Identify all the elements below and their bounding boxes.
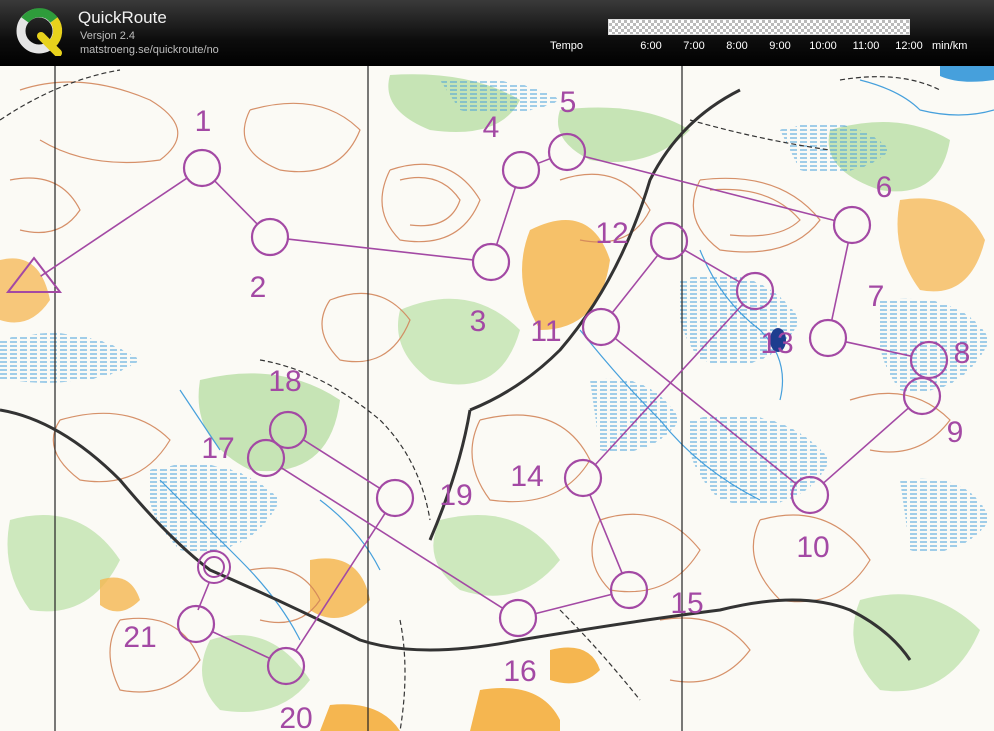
control-number-label: 14	[510, 460, 543, 493]
app-url-link[interactable]: matstroeng.se/quickroute/no	[80, 44, 219, 56]
tempo-tick: 8:00	[726, 40, 748, 52]
control-number-label: 19	[439, 479, 472, 512]
control-number-label: 6	[876, 171, 893, 204]
tempo-tick: 11:00	[852, 40, 880, 52]
tempo-tick: 9:00	[769, 40, 791, 52]
tempo-tick: 6:00	[640, 40, 662, 52]
control-number-label: 2	[250, 271, 267, 304]
control-number-label: 8	[954, 337, 971, 370]
control-number-label: 12	[595, 217, 628, 250]
control-number-label: 16	[503, 655, 536, 688]
tempo-color-scale	[608, 19, 910, 35]
tempo-tick: 10:00	[809, 40, 837, 52]
control-number-label: 3	[470, 305, 487, 338]
control-number-label: 20	[279, 702, 312, 731]
control-number-label: 4	[483, 111, 500, 144]
control-number-label: 7	[868, 280, 885, 313]
tempo-tick: 12:00	[895, 40, 923, 52]
app-header: QuickRoute Versjon 2.4 matstroeng.se/qui…	[0, 0, 994, 66]
control-number-label: 5	[560, 86, 577, 119]
tempo-tick: 7:00	[683, 40, 705, 52]
control-number-label: 15	[670, 587, 703, 620]
control-number-label: 21	[123, 621, 156, 654]
control-number-label: 1	[195, 105, 212, 138]
control-number-label: 10	[796, 531, 829, 564]
orienteering-map[interactable]: 123456789101112131415161718192021	[0, 66, 994, 731]
control-number-label: 9	[947, 416, 964, 449]
tempo-unit: min/km	[932, 40, 968, 52]
tempo-label: Tempo	[550, 40, 584, 52]
app-title: QuickRoute	[78, 8, 167, 27]
control-number-label: 18	[268, 365, 301, 398]
control-number-label: 13	[760, 327, 793, 360]
control-number-label: 17	[201, 432, 234, 465]
control-number-label: 11	[530, 315, 561, 348]
app-version: Versjon 2.4	[80, 30, 136, 42]
quickroute-logo-icon	[16, 8, 63, 56]
